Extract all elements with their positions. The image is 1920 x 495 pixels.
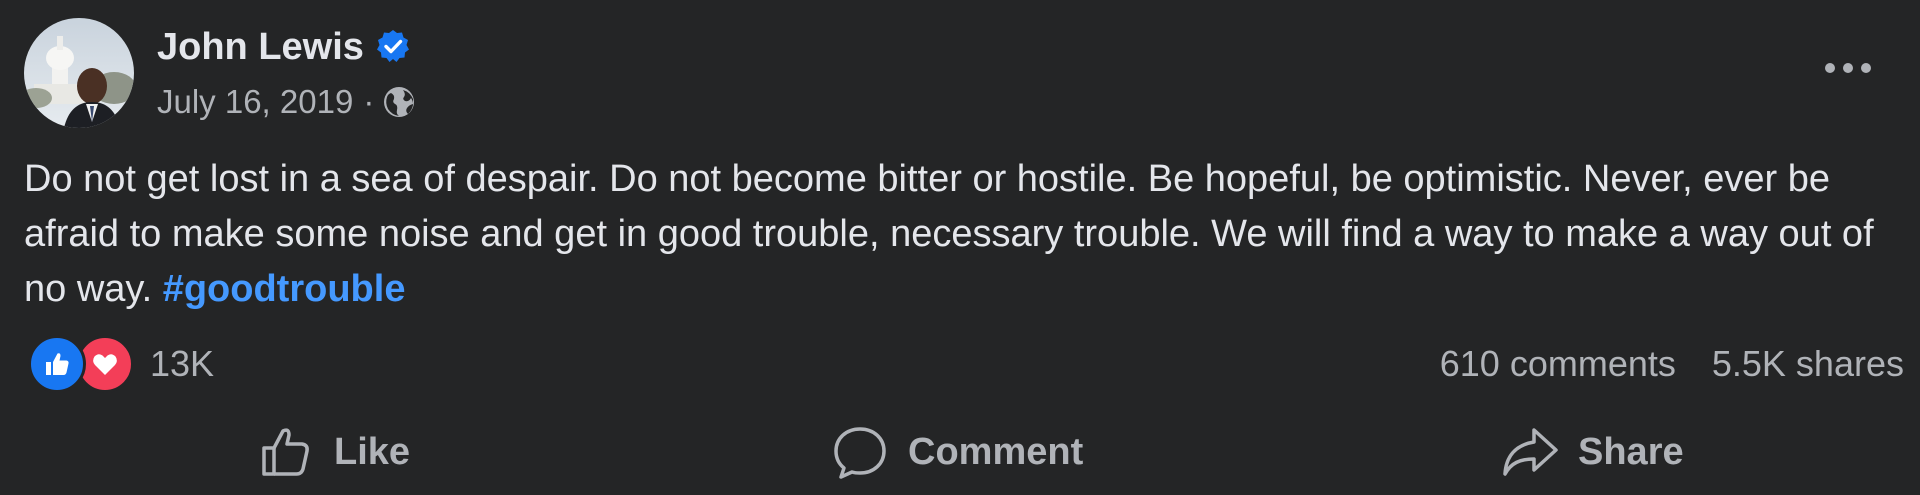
post-text: Do not get lost in a sea of despair. Do …	[24, 152, 1904, 317]
share-button[interactable]: Share	[1500, 420, 1684, 484]
like-button[interactable]: Like	[256, 420, 410, 484]
shares-count[interactable]: 5.5K shares	[1712, 343, 1904, 385]
globe-icon[interactable]	[382, 85, 416, 119]
more-options-button[interactable]	[1818, 48, 1878, 88]
reactions-summary[interactable]: 13K	[28, 335, 214, 393]
comment-icon	[834, 427, 886, 479]
verified-badge-icon	[377, 30, 409, 62]
comment-label: Comment	[908, 430, 1084, 473]
post-date[interactable]: July 16, 2019	[157, 80, 353, 124]
comment-button[interactable]: Comment	[830, 420, 1083, 484]
more-options-icon	[1825, 63, 1871, 73]
like-label: Like	[334, 430, 411, 473]
like-reaction-icon	[28, 335, 86, 393]
author-name[interactable]: John Lewis	[157, 22, 364, 72]
action-bar: Like Comment Share	[0, 420, 1920, 484]
post-meta: July 16, 2019 ·	[157, 80, 416, 124]
engagement-stats: 610 comments 5.5K shares	[1440, 343, 1904, 385]
facebook-post: John Lewis July 16, 2019 · Do not get lo…	[0, 0, 1920, 495]
share-icon	[1503, 428, 1558, 476]
hashtag-link[interactable]: #goodtrouble	[163, 268, 406, 310]
meta-separator: ·	[363, 83, 375, 120]
thumbs-up-icon	[262, 428, 309, 476]
comments-count[interactable]: 610 comments	[1440, 343, 1676, 385]
share-label: Share	[1578, 430, 1684, 473]
author-avatar[interactable]	[24, 18, 134, 128]
reaction-count: 13K	[150, 343, 215, 384]
